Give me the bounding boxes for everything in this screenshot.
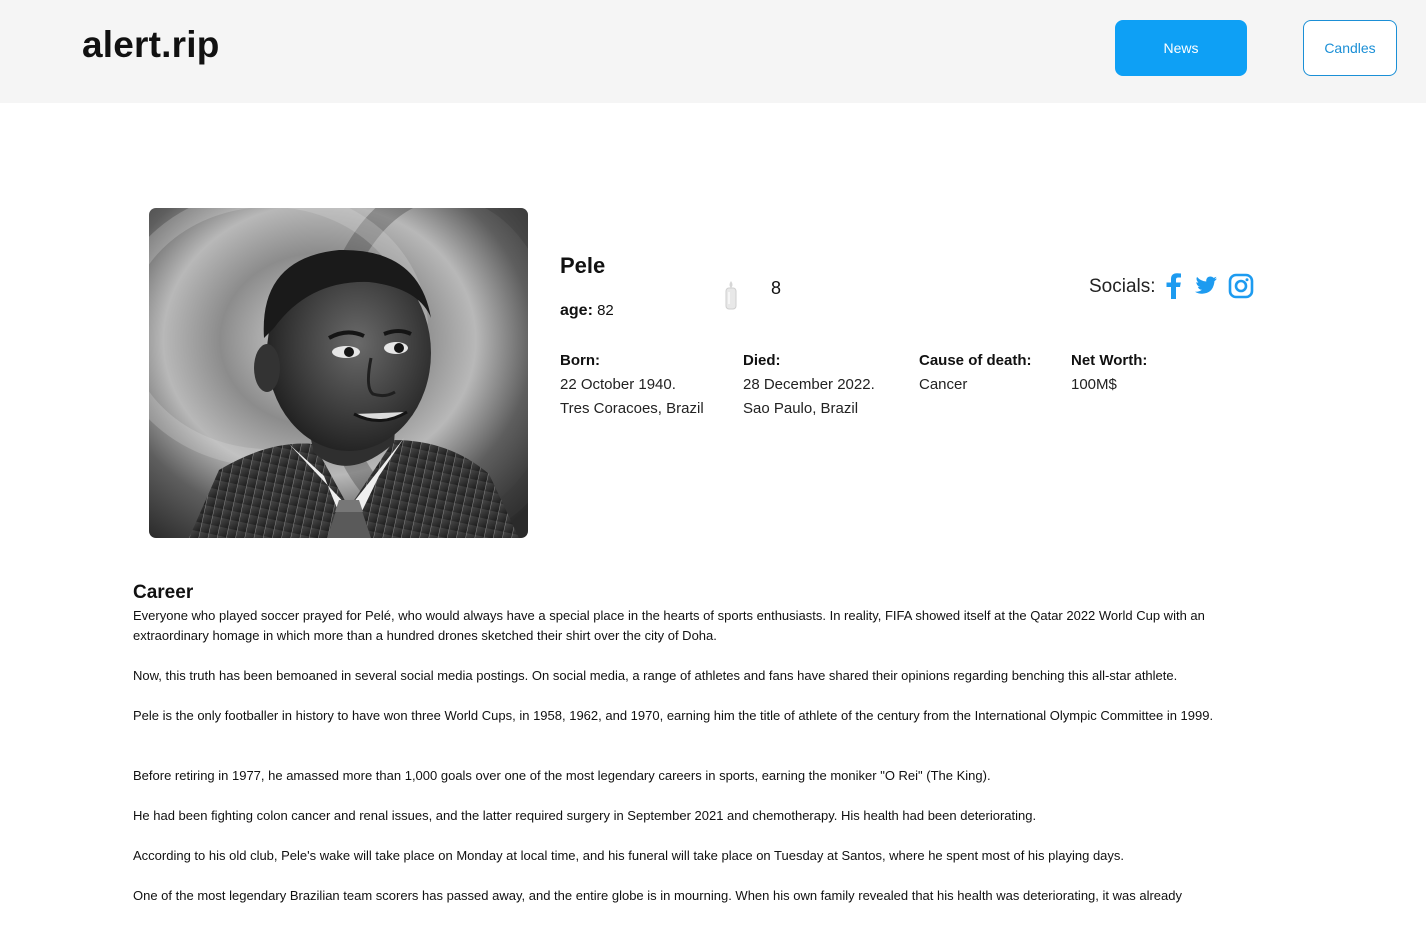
top-header: alert.rip News Candles	[0, 0, 1426, 103]
candle-icon[interactable]	[722, 280, 740, 310]
age-value: 82	[597, 302, 614, 319]
career-paragraph: Pele is the only footballer in history t…	[133, 708, 1214, 723]
candles-button[interactable]: Candles	[1303, 20, 1397, 76]
born-date: 22 October 1940.	[560, 376, 676, 393]
cause-of-death-label: Cause of death:	[919, 352, 1032, 369]
born-place: Tres Coracoes, Brazil	[560, 400, 704, 417]
socials-label: Socials:	[1089, 276, 1156, 297]
career-heading: Career	[133, 582, 194, 603]
died-date: 28 December 2022.	[743, 376, 875, 393]
net-worth-value: 100M$	[1071, 376, 1117, 393]
career-paragraph: Before retiring in 1977, he amassed more…	[133, 768, 991, 783]
career-paragraph: Everyone who played soccer prayed for Pe…	[133, 608, 1205, 643]
candle-count: 8	[771, 278, 782, 298]
net-worth-label: Net Worth:	[1071, 352, 1148, 369]
site-logo[interactable]: alert.rip	[82, 22, 220, 68]
died-place: Sao Paulo, Brazil	[743, 400, 859, 417]
career-text: Everyone who played soccer prayed for Pe…	[133, 606, 1278, 926]
net-worth-fact: Net Worth: 100M$	[1071, 349, 1147, 397]
career-paragraph: Now, this truth has been bemoaned in sev…	[133, 668, 1178, 683]
died-fact: Died: 28 December 2022. Sao Paulo, Brazi…	[743, 349, 875, 421]
career-paragraph: One of the most legendary Brazilian team…	[133, 888, 1182, 903]
born-fact: Born: 22 October 1940. Tres Coracoes, Br…	[560, 349, 704, 421]
cause-of-death-value: Cancer	[919, 376, 968, 393]
age-row: age: 82	[560, 300, 614, 322]
instagram-icon[interactable]	[1228, 272, 1254, 300]
cause-of-death-fact: Cause of death: Cancer	[919, 349, 1032, 397]
career-paragraph: According to his old club, Pele's wake w…	[133, 848, 1125, 863]
person-name: Pele	[560, 253, 606, 278]
died-label: Died:	[743, 352, 781, 369]
age-label: age:	[560, 302, 593, 319]
twitter-icon[interactable]	[1192, 272, 1218, 300]
portrait-photo	[149, 208, 528, 538]
career-paragraph: He had been fighting colon cancer and re…	[133, 808, 1037, 823]
facebook-icon[interactable]	[1164, 272, 1182, 300]
news-button[interactable]: News	[1115, 20, 1247, 76]
born-label: Born:	[560, 352, 600, 369]
